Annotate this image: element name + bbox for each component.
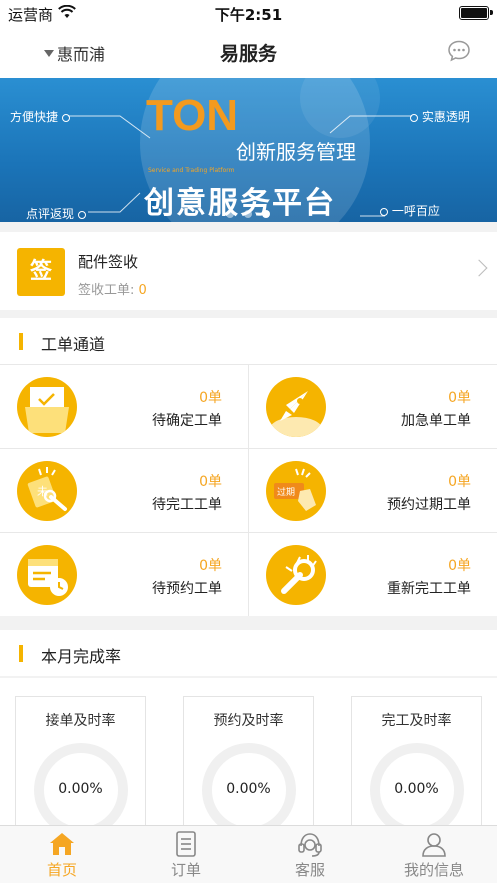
- rate-label: 接单及时率: [45, 713, 116, 729]
- work-order-tile[interactable]: 过期 0单 预约过期工单: [249, 449, 497, 532]
- banner-brand-small: Service and Trading Platform: [148, 167, 235, 174]
- rate-value: 0.00%: [394, 781, 439, 797]
- section-title: 工单通道: [41, 335, 106, 354]
- work-order-count: 0单: [448, 558, 471, 574]
- work-order-name: 待确定工单: [152, 413, 222, 429]
- work-order-tile[interactable]: 未 0单 待完工工单: [0, 449, 248, 532]
- tab-service[interactable]: 客服: [248, 826, 372, 883]
- battery-icon: [459, 6, 493, 20]
- wrench-tag-icon: 未: [17, 461, 77, 521]
- node-icon: [61, 113, 70, 122]
- work-order-tile[interactable]: 0单 重新完工工单: [249, 533, 497, 616]
- tab-profile[interactable]: 我的信息: [372, 826, 496, 883]
- node-icon: [77, 210, 86, 219]
- banner-page-dot[interactable]: [226, 210, 234, 218]
- tab-home[interactable]: 首页: [0, 826, 124, 883]
- node-icon: [380, 207, 388, 216]
- section-accent-bar: [19, 333, 23, 350]
- status-time: 下午2:51: [214, 6, 283, 24]
- rate-label: 完工及时率: [381, 713, 452, 729]
- banner-page-dot[interactable]: [244, 210, 252, 218]
- sign-badge-icon: 签: [17, 248, 65, 296]
- work-order-name: 预约过期工单: [387, 497, 471, 513]
- tab-bar: 首页 订单 客服 我的信息: [0, 825, 497, 883]
- work-order-name: 待完工工单: [152, 497, 222, 513]
- promo-banner[interactable]: TON 方便快捷 实惠透明 点评返现 一呼百应 Service and Trad…: [0, 78, 497, 222]
- work-order-tile[interactable]: 0单 加急单工单: [249, 365, 497, 448]
- status-bar: 运营商 下午2:51: [0, 0, 497, 26]
- work-order-count: 0单: [448, 474, 471, 490]
- folder-check-icon: [17, 377, 77, 437]
- work-order-name: 重新完工工单: [387, 581, 471, 597]
- section-header: 本月完成率: [0, 630, 497, 676]
- banner-tag-label: 实惠透明: [421, 110, 470, 124]
- repair-icon: [266, 545, 326, 605]
- banner-tag: 方便快捷: [10, 108, 70, 125]
- sign-card-title: 配件签收: [78, 253, 139, 271]
- message-icon[interactable]: [447, 39, 471, 67]
- calendar-clock-icon: [17, 545, 77, 605]
- tab-orders[interactable]: 订单: [124, 826, 248, 883]
- chevron-right-icon: [470, 259, 488, 277]
- work-order-count: 0单: [199, 558, 222, 574]
- document-icon: [172, 830, 200, 862]
- rate-value: 0.00%: [226, 781, 271, 797]
- rate-value: 0.00%: [58, 781, 103, 797]
- svg-text:过期: 过期: [277, 486, 295, 498]
- headset-icon: [296, 830, 324, 862]
- banner-tag: 点评返现: [26, 205, 86, 222]
- banner-brand-text: 创新服务管理: [236, 140, 356, 164]
- work-order-name: 加急单工单: [401, 413, 471, 429]
- banner-slogan: 创意服务平台: [144, 186, 336, 221]
- rate-card[interactable]: 完工及时率 0.00%: [351, 696, 482, 837]
- section-title: 本月完成率: [41, 647, 122, 666]
- home-icon: [48, 830, 76, 862]
- work-order-tile[interactable]: 0单 待确定工单: [0, 365, 248, 448]
- work-order-grid: 0单 待确定工单 0单 加急单工单 未 0单 待完工工单 过期 0单 预约过期工…: [0, 364, 497, 616]
- parts-signoff-card[interactable]: 签 配件签收 签收工单: 0: [0, 232, 497, 310]
- work-order-count: 0单: [199, 474, 222, 490]
- tab-label: 首页: [46, 861, 77, 879]
- page-title: 易服务: [219, 43, 277, 65]
- tab-label: 我的信息: [403, 861, 464, 879]
- work-order-count: 0单: [448, 390, 471, 406]
- completion-rates: 接单及时率 0.00% 预约及时率 0.00% 完工及时率 0.00%: [0, 678, 497, 837]
- tab-label: 订单: [170, 861, 201, 879]
- sign-count-value: 0: [138, 283, 147, 298]
- section-accent-bar: [19, 645, 23, 662]
- node-icon: [410, 113, 418, 122]
- expired-tag-icon: 过期: [266, 461, 326, 521]
- rate-label: 预约及时率: [213, 713, 284, 729]
- banner-tag: 一呼百应: [380, 202, 440, 219]
- sign-card-subtitle: 签收工单: 0: [78, 279, 147, 298]
- user-icon: [420, 830, 448, 862]
- rocket-icon: [266, 377, 326, 437]
- section-header: 工单通道: [0, 318, 497, 364]
- sign-count-label: 签收工单:: [78, 283, 135, 298]
- nav-bar: 惠而浦 易服务: [0, 26, 497, 78]
- banner-tag-label: 方便快捷: [10, 110, 59, 124]
- banner-tag-label: 点评返现: [26, 207, 75, 221]
- work-order-count: 0单: [199, 390, 222, 406]
- banner-page-dot-active[interactable]: [262, 210, 270, 218]
- banner-tag-label: 一呼百应: [391, 204, 440, 218]
- tab-label: 客服: [294, 861, 325, 879]
- banner-tag: 实惠透明: [410, 108, 470, 125]
- work-order-name: 待预约工单: [152, 581, 222, 597]
- work-order-tile[interactable]: 0单 待预约工单: [0, 533, 248, 616]
- rate-card[interactable]: 预约及时率 0.00%: [183, 696, 314, 837]
- rate-card[interactable]: 接单及时率 0.00%: [15, 696, 146, 837]
- svg-text:TON: TON: [146, 91, 238, 140]
